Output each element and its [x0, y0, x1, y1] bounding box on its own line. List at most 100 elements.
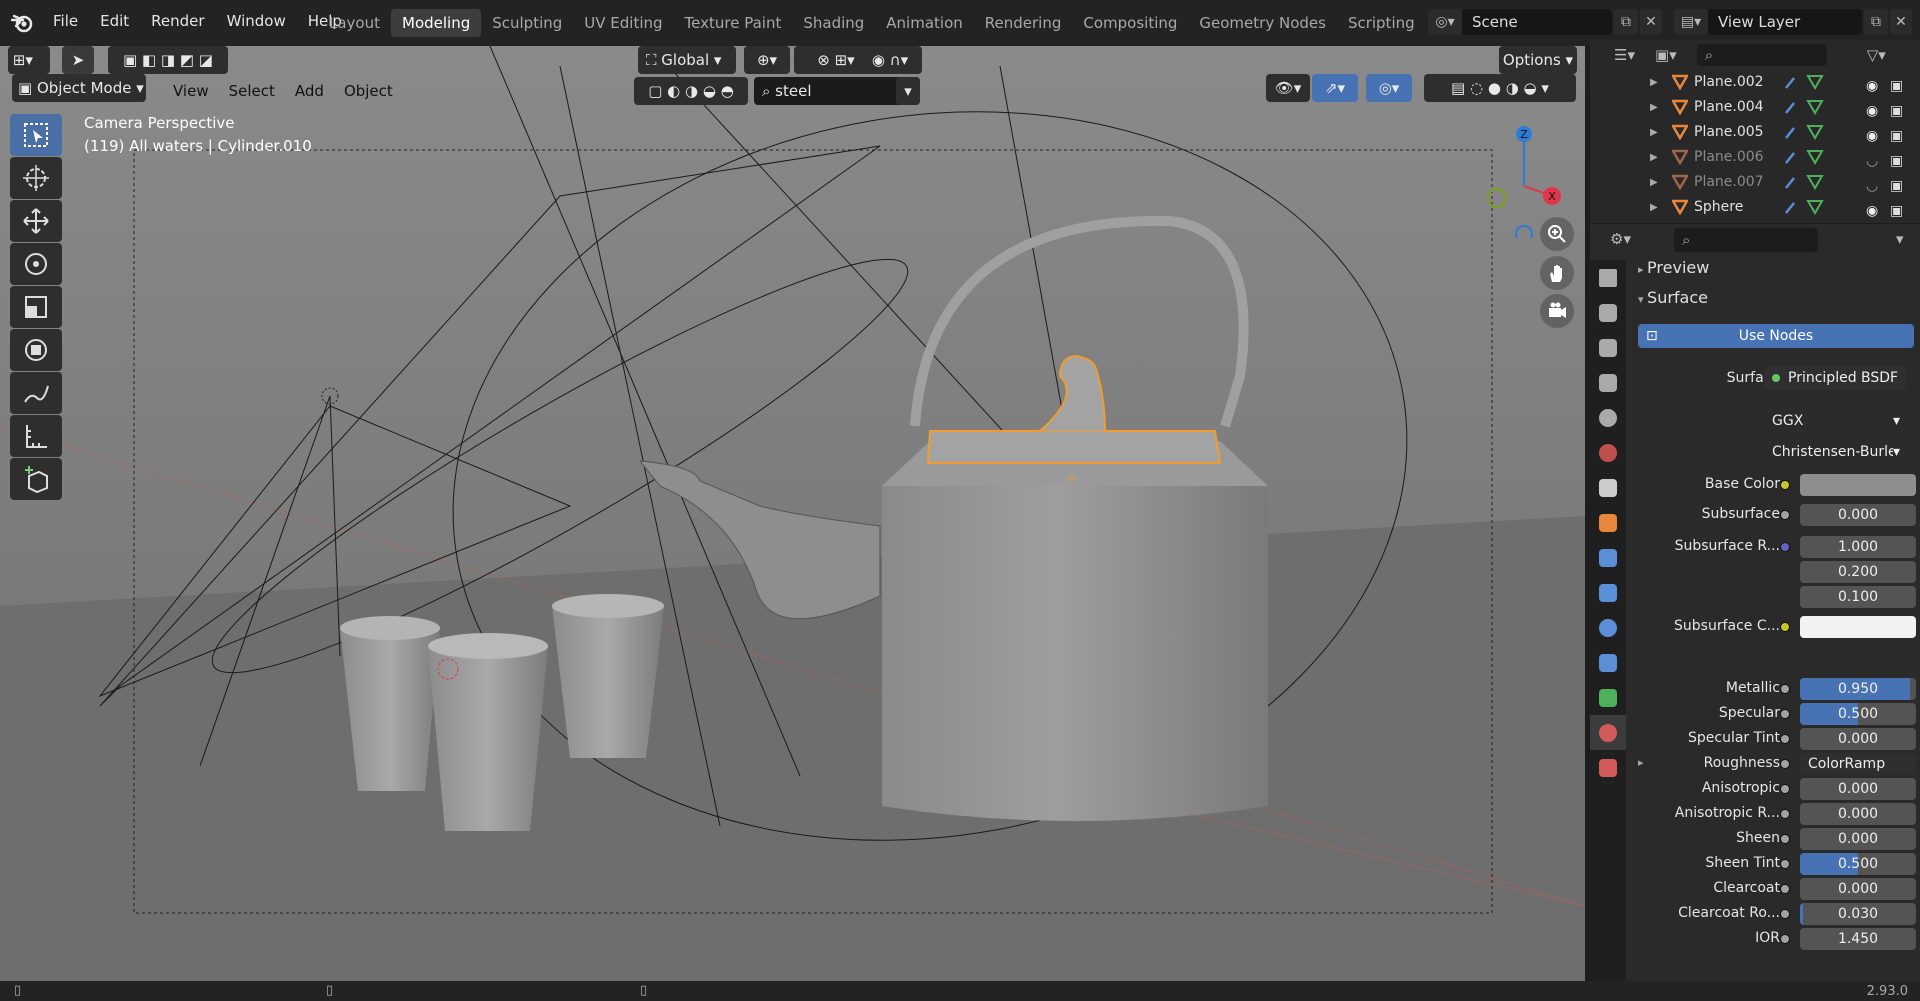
outliner-item[interactable]: ▶ Plane.005 ◉ ▣: [1590, 120, 1920, 145]
measure-tool[interactable]: [10, 415, 62, 457]
outliner-item[interactable]: ▶ Plane.002 ◉ ▣: [1590, 70, 1920, 95]
subsurface-radius-z[interactable]: 0.100: [1800, 586, 1916, 608]
outliner-editor-icon[interactable]: ☰▾: [1614, 46, 1635, 64]
outliner-item[interactable]: ▶ Plane.004 ◉ ▣: [1590, 95, 1920, 120]
tab-compositing[interactable]: Compositing: [1072, 9, 1188, 37]
pivot-point-icon[interactable]: ⊕▾: [744, 46, 790, 74]
material-tab[interactable]: [1590, 715, 1626, 750]
outliner-item[interactable]: ▶ Plane.007 ◡ ▣: [1590, 170, 1920, 195]
socket-icon[interactable]: [1780, 510, 1790, 520]
modifier-icon[interactable]: [1782, 74, 1826, 90]
3d-viewport[interactable]: ⊞▾ ➤ ▣ ◧ ◨ ◩ ◪ ⛶ Global ▾ ⊕▾ ⊗ ⊞▾ ◉ ∩▾ O…: [0, 46, 1585, 981]
blender-logo-icon[interactable]: [10, 11, 34, 35]
outliner-item-name[interactable]: Sphere: [1694, 195, 1743, 220]
scale-tool[interactable]: [10, 286, 62, 328]
move-tool[interactable]: [10, 200, 62, 242]
tab-rendering[interactable]: Rendering: [974, 9, 1073, 37]
tool-tab[interactable]: [1590, 260, 1626, 295]
expand-icon[interactable]: ▶: [1650, 95, 1658, 120]
scene-name-field[interactable]: Scene: [1462, 9, 1612, 35]
add-cube-tool[interactable]: [10, 458, 62, 500]
property-value-field[interactable]: 0.000: [1800, 878, 1916, 900]
zoom-view-button[interactable]: [1540, 217, 1574, 251]
expand-icon[interactable]: ▸: [1638, 756, 1644, 769]
outliner-item-name[interactable]: Plane.002: [1694, 70, 1764, 95]
tab-modeling[interactable]: Modeling: [391, 9, 482, 37]
transform-orientation-dropdown[interactable]: ⛶ Global ▾: [638, 46, 736, 74]
property-value-field[interactable]: 0.000: [1800, 828, 1916, 850]
color-socket-icon[interactable]: [1780, 480, 1790, 490]
outliner-item-name[interactable]: Plane.004: [1694, 95, 1764, 120]
socket-icon[interactable]: [1780, 684, 1790, 694]
surface-panel-header[interactable]: ▾ Surface: [1638, 288, 1708, 307]
socket-icon[interactable]: [1780, 884, 1790, 894]
modifier-icon[interactable]: [1782, 99, 1826, 115]
view-layer-tab[interactable]: [1590, 365, 1626, 400]
outliner-item[interactable]: ▶ Sphere ◉ ▣: [1590, 195, 1920, 220]
distribution-dropdown[interactable]: GGX ▾: [1764, 409, 1906, 433]
mode-dropdown[interactable]: ▣ Object Mode ▾: [12, 74, 146, 102]
modifier-icon[interactable]: [1782, 199, 1826, 215]
menu-add[interactable]: Add: [285, 74, 334, 108]
property-value-field[interactable]: 0.000: [1800, 778, 1916, 800]
vector-socket-icon[interactable]: [1780, 542, 1790, 552]
tab-scripting[interactable]: Scripting: [1337, 9, 1426, 37]
constraints-tab[interactable]: [1590, 645, 1626, 680]
render-tab[interactable]: [1590, 295, 1626, 330]
menu-window[interactable]: Window: [216, 12, 297, 30]
modifier-icon[interactable]: [1782, 149, 1826, 165]
tab-layout[interactable]: Layout: [318, 9, 391, 37]
socket-icon[interactable]: [1780, 734, 1790, 744]
property-value-field[interactable]: 0.500: [1800, 703, 1916, 725]
new-view-layer-icon[interactable]: ⧉: [1864, 9, 1888, 35]
outliner-search-input[interactable]: ⌕: [1696, 44, 1827, 66]
scene-selector-icon[interactable]: ◎▾: [1428, 9, 1462, 35]
viewport-shading-icons[interactable]: ▤ ◌ ● ◑ ◒ ▾: [1424, 74, 1576, 102]
property-value-field[interactable]: 0.000: [1800, 504, 1916, 526]
visibility-icon[interactable]: 👁▾: [1266, 74, 1310, 102]
texture-tab[interactable]: [1590, 750, 1626, 785]
modifier-icon[interactable]: [1782, 174, 1826, 190]
collection-tab[interactable]: [1590, 470, 1626, 505]
cursor-tool[interactable]: [10, 157, 62, 199]
socket-icon[interactable]: [1780, 784, 1790, 794]
subsurface-radius-y[interactable]: 0.200: [1800, 561, 1916, 583]
transform-tool[interactable]: [10, 329, 62, 371]
tab-texture-paint[interactable]: Texture Paint: [674, 9, 793, 37]
property-value-field[interactable]: 0.500: [1800, 853, 1916, 875]
subsurface-radius-x[interactable]: 1.000: [1800, 536, 1916, 558]
delete-scene-icon[interactable]: ✕: [1640, 9, 1662, 35]
object-tab[interactable]: [1590, 505, 1626, 540]
tab-uv-editing[interactable]: UV Editing: [573, 9, 673, 37]
menu-edit[interactable]: Edit: [89, 12, 140, 30]
expand-icon[interactable]: ▶: [1650, 120, 1658, 145]
data-tab[interactable]: [1590, 680, 1626, 715]
annotate-tool[interactable]: [10, 372, 62, 414]
socket-icon[interactable]: [1780, 809, 1790, 819]
expand-icon[interactable]: ▶: [1650, 145, 1658, 170]
menu-file[interactable]: File: [42, 12, 89, 30]
subsurface-method-dropdown[interactable]: Christensen-Burle ▾: [1764, 440, 1906, 464]
modifier-icon[interactable]: [1782, 124, 1826, 140]
outliner-item[interactable]: ▶ Plane.006 ◡ ▣: [1590, 145, 1920, 170]
pan-view-button[interactable]: [1540, 256, 1574, 290]
outliner-item-name[interactable]: Plane.007: [1694, 170, 1764, 195]
preview-panel-header[interactable]: ▸ Preview: [1638, 258, 1709, 277]
outliner-item-name[interactable]: Plane.005: [1694, 120, 1764, 145]
delete-view-layer-icon[interactable]: ✕: [1890, 9, 1912, 35]
camera-icon[interactable]: ▣: [1890, 199, 1903, 224]
overlay-toggle-icon[interactable]: ◎▾: [1366, 74, 1412, 102]
editor-type-icon[interactable]: ⊞▾: [8, 46, 50, 74]
output-tab[interactable]: [1590, 330, 1626, 365]
view-layer-field[interactable]: View Layer: [1708, 9, 1862, 35]
menu-render[interactable]: Render: [140, 12, 215, 30]
socket-icon[interactable]: [1780, 934, 1790, 944]
physics-tab[interactable]: [1590, 610, 1626, 645]
socket-icon[interactable]: [1780, 709, 1790, 719]
property-value-field[interactable]: 0.030: [1800, 903, 1916, 925]
tab-sculpting[interactable]: Sculpting: [481, 9, 573, 37]
filter-icon[interactable]: ▽▾: [1867, 46, 1886, 64]
property-value-field[interactable]: 0.950: [1800, 678, 1916, 700]
eye-icon[interactable]: ◉: [1866, 199, 1878, 224]
color-socket-icon[interactable]: [1780, 622, 1790, 632]
